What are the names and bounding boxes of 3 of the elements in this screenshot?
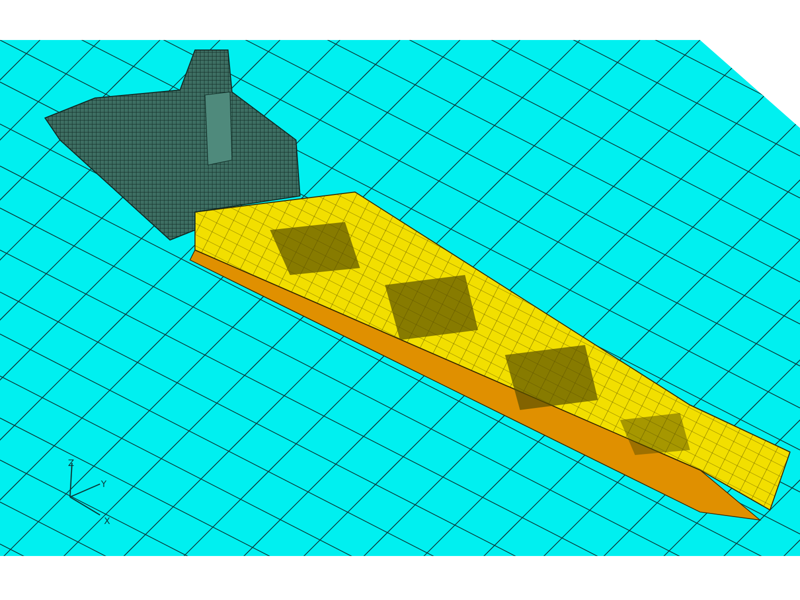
axis-label: Z — [68, 459, 74, 469]
axis-label: Y — [101, 480, 106, 490]
axis-label: X — [104, 517, 110, 527]
